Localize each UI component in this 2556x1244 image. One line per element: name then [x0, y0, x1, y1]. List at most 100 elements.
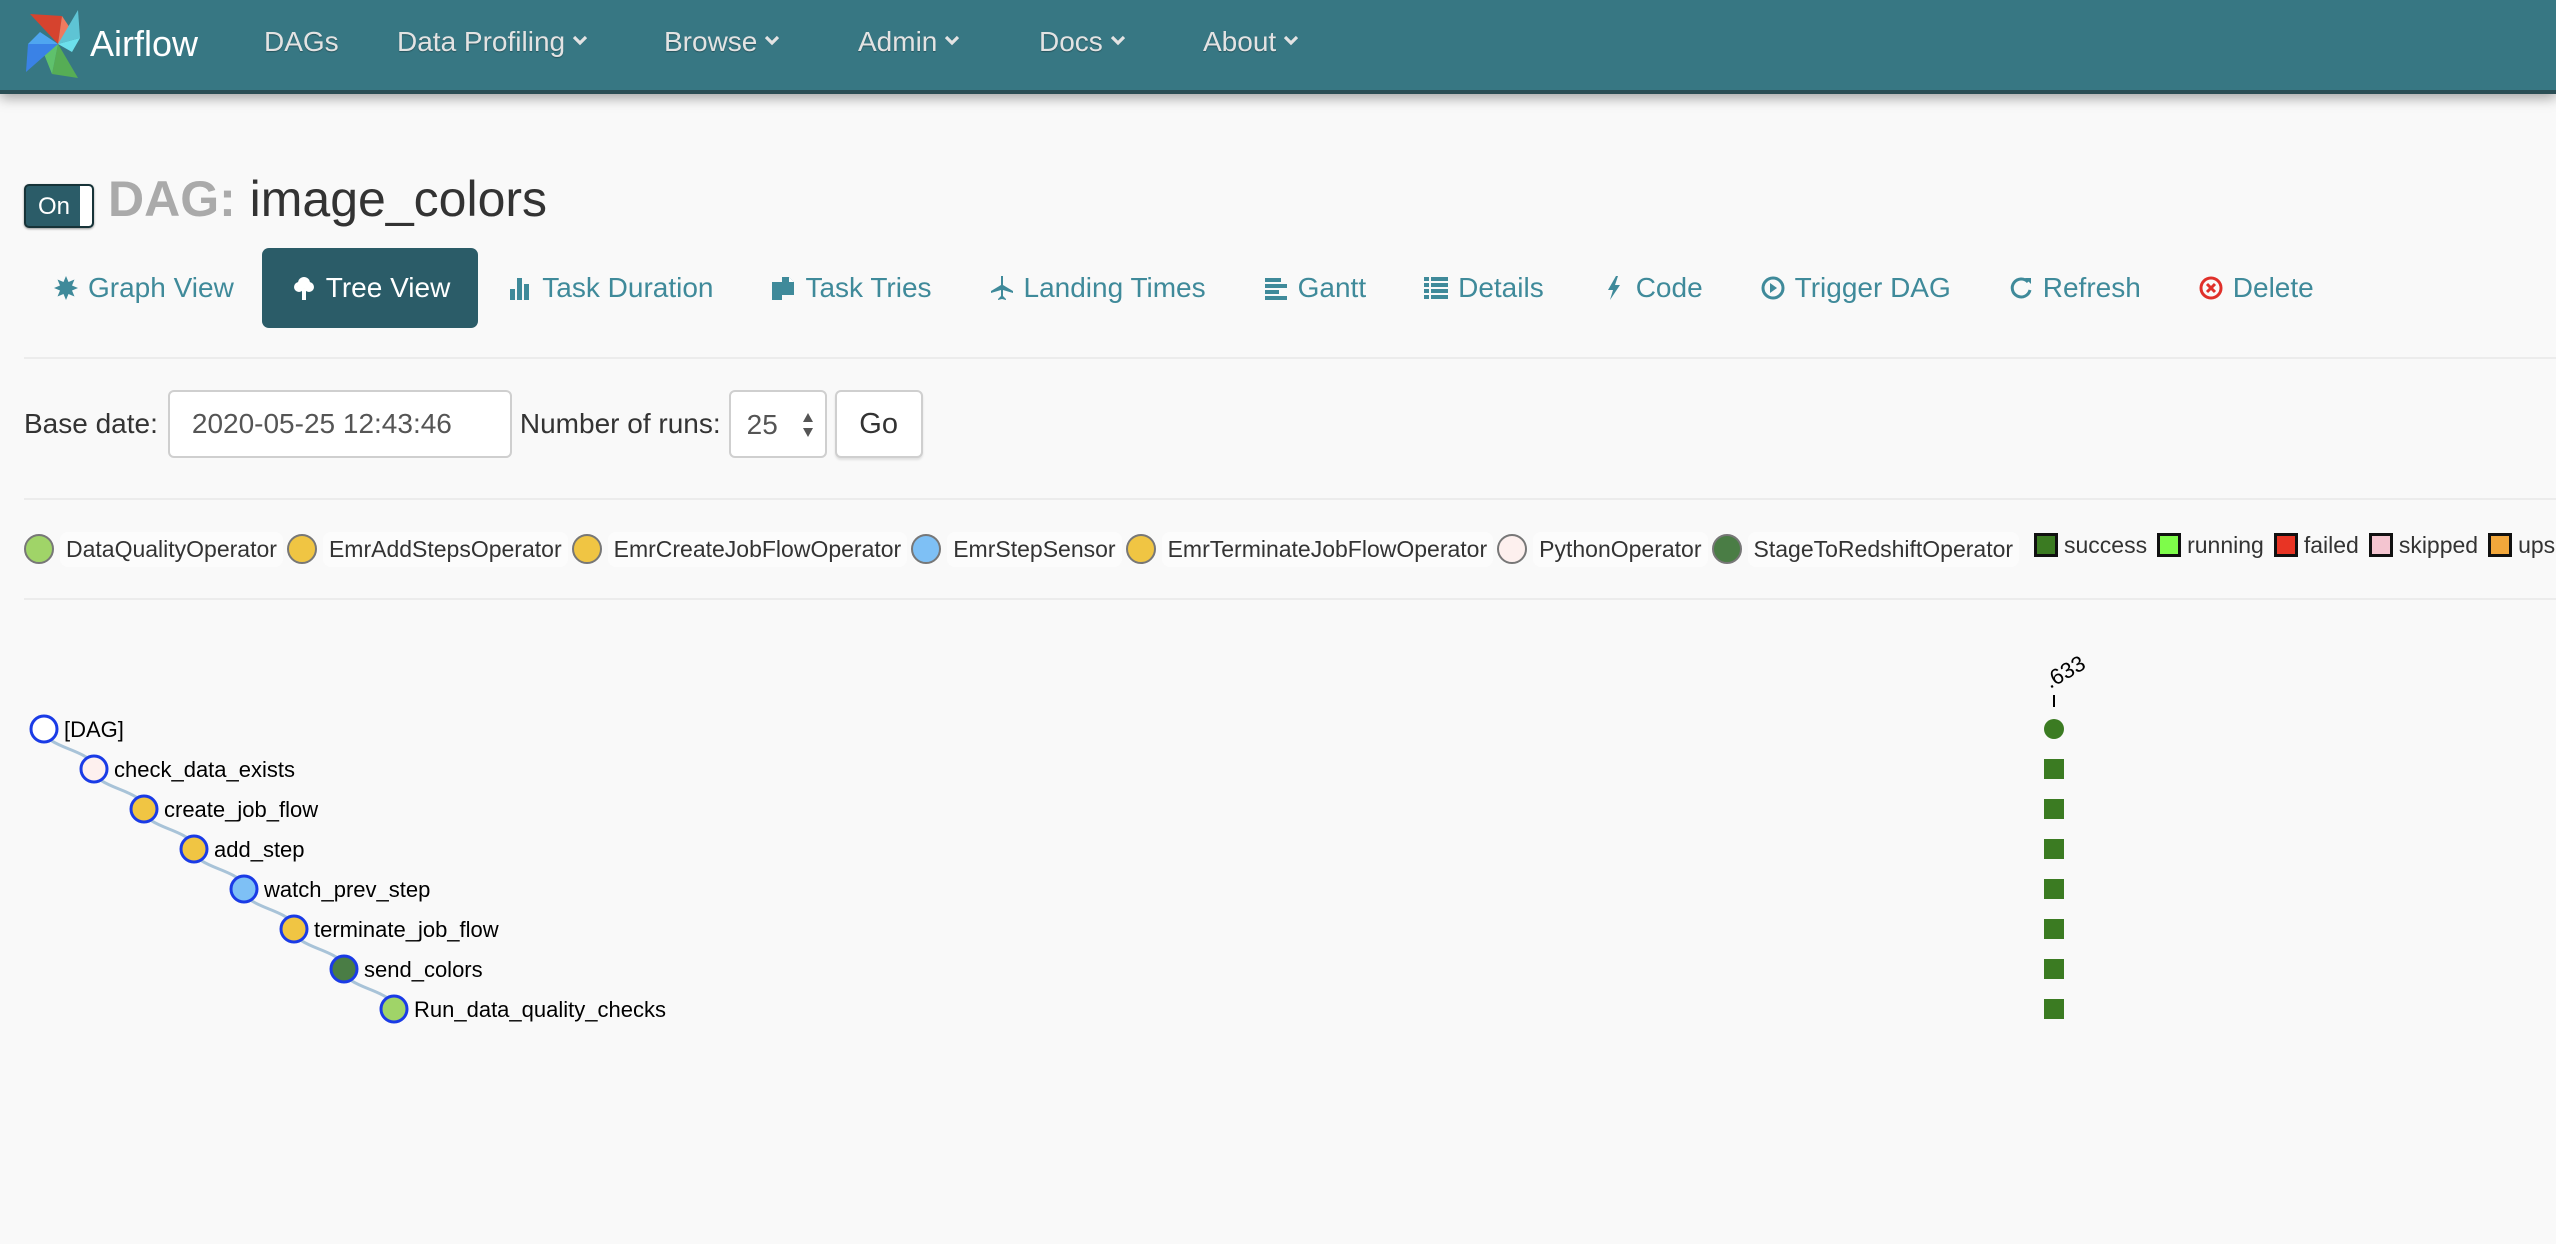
- task-node-circle[interactable]: [329, 954, 359, 984]
- state-name: failed: [2303, 531, 2359, 558]
- tab-gantt[interactable]: Gantt: [1234, 248, 1394, 328]
- base-date-input[interactable]: [167, 390, 512, 458]
- chevron-down-icon: [573, 35, 588, 46]
- dag-title-prefix: DAG:: [108, 171, 236, 227]
- legend-divider: [24, 598, 2556, 600]
- operator-legend-item: PythonOperator: [1497, 531, 1708, 567]
- operator-color-swatch: [1711, 534, 1742, 564]
- task-node-circle[interactable]: [279, 914, 309, 944]
- number-of-runs-value: 25: [746, 409, 778, 440]
- task-node-circle[interactable]: [179, 834, 209, 864]
- task-label[interactable]: terminate_job_flow: [314, 917, 499, 942]
- flash-icon: [1600, 274, 1628, 302]
- tab-task-duration[interactable]: Task Duration: [478, 248, 741, 328]
- remove-circle-icon: [2197, 274, 2225, 302]
- operator-color-swatch: [24, 534, 54, 564]
- tab-label: Code: [1635, 272, 1703, 303]
- task-instance-state-square[interactable]: [2044, 799, 2064, 819]
- operator-color-swatch: [911, 534, 942, 564]
- nav-browse-label: Browse: [664, 26, 758, 57]
- tab-trigger-dag[interactable]: Trigger DAG: [1731, 248, 1979, 328]
- dag-run-state-circle[interactable]: [2044, 719, 2064, 739]
- tree-node[interactable]: send_colors: [329, 954, 483, 984]
- operator-name: PythonOperator: [1533, 531, 1708, 567]
- task-label[interactable]: check_data_exists: [114, 757, 295, 782]
- tree-view-canvas: [DAG] check_data_exists create_job_flowadd…: [0, 640, 2556, 1244]
- tab-refresh[interactable]: Refresh: [1979, 248, 2169, 328]
- task-label[interactable]: Run_data_quality_checks: [414, 997, 666, 1022]
- tree-node[interactable]: watch_prev_step: [229, 874, 430, 904]
- nav-docs-label: Docs: [1039, 26, 1103, 57]
- tab-delete[interactable]: Delete: [2169, 248, 2342, 328]
- task-instance-state-square[interactable]: [2044, 879, 2064, 899]
- nav-about[interactable]: About: [1203, 26, 1299, 58]
- operator-name: DataQualityOperator: [60, 531, 283, 567]
- page-title: DAG: image_colors: [108, 170, 547, 228]
- task-node-circle[interactable]: [79, 754, 109, 784]
- nav-admin[interactable]: Admin: [858, 26, 960, 58]
- go-button[interactable]: Go: [834, 390, 923, 458]
- operator-name: EmrAddStepsOperator: [322, 531, 568, 567]
- tab-label: Gantt: [1297, 272, 1367, 303]
- nav-dags[interactable]: DAGs: [264, 26, 339, 58]
- task-instance-state-square[interactable]: [2044, 999, 2064, 1019]
- refresh-icon: [2007, 274, 2035, 302]
- list-icon: [1422, 274, 1450, 302]
- operator-legend-item: DataQualityOperator: [24, 531, 283, 567]
- operator-legend-item: EmrTerminateJobFlowOperator: [1125, 531, 1494, 567]
- nav-data-profiling[interactable]: Data Profiling: [397, 26, 588, 58]
- tab-tree-view[interactable]: Tree View: [261, 248, 479, 328]
- toggle-label: On: [38, 193, 71, 220]
- nav-browse[interactable]: Browse: [664, 26, 780, 58]
- tab-label: Landing Times: [1023, 272, 1206, 303]
- operator-name: StageToRedshiftOperator: [1747, 531, 2020, 567]
- number-of-runs-select[interactable]: 25: [728, 390, 827, 458]
- tree-node[interactable]: create_job_flow: [129, 794, 318, 824]
- tree-node[interactable]: Run_data_quality_checks: [379, 994, 666, 1024]
- operator-color-swatch: [1125, 534, 1156, 564]
- tab-code[interactable]: Code: [1572, 248, 1731, 328]
- task-label[interactable]: watch_prev_step: [263, 877, 430, 902]
- task-label[interactable]: [DAG]: [64, 717, 124, 742]
- state-legend-item: failed: [2273, 531, 2359, 559]
- tab-graph-view[interactable]: Graph View: [24, 248, 262, 328]
- state-name: skipped: [2398, 531, 2479, 558]
- task-label[interactable]: send_colors: [364, 957, 483, 982]
- brand-name: Airflow: [90, 23, 199, 64]
- tree-view-form: Base date: Number of runs: 25 Go: [24, 390, 923, 458]
- operator-color-swatch: [286, 534, 317, 564]
- nav-dags-label: DAGs: [264, 26, 339, 57]
- nav-docs[interactable]: Docs: [1039, 26, 1125, 58]
- state-legend-item: success: [2034, 532, 2147, 559]
- operator-color-swatch: [571, 534, 602, 564]
- task-label[interactable]: add_step: [214, 837, 305, 862]
- task-instance-state-square[interactable]: [2044, 839, 2064, 859]
- nav-data-profiling-label: Data Profiling: [397, 26, 566, 57]
- tab-task-tries[interactable]: Task Tries: [741, 248, 959, 328]
- dag-pause-toggle[interactable]: On: [24, 184, 94, 228]
- duplicate-file-icon: [769, 274, 797, 302]
- tree-node[interactable]: [DAG]: [29, 714, 124, 744]
- task-instance-state-square[interactable]: [2044, 759, 2064, 779]
- state-legend-item: ups: [2488, 532, 2555, 559]
- state-name: running: [2187, 531, 2264, 558]
- tab-label: Task Duration: [542, 272, 714, 303]
- tab-details[interactable]: Details: [1394, 248, 1572, 328]
- operator-legend: DataQualityOperator EmrAddStepsOperator …: [24, 531, 2023, 567]
- tab-landing-times[interactable]: Landing Times: [960, 248, 1234, 328]
- tree-node[interactable]: add_step: [179, 834, 305, 864]
- chevron-down-icon: [765, 35, 780, 46]
- task-node-circle[interactable]: [229, 874, 259, 904]
- tree-node[interactable]: terminate_job_flow: [279, 914, 499, 944]
- tabs-divider: [24, 357, 2556, 359]
- brand-link[interactable]: Airflow: [22, 8, 198, 80]
- task-instance-state-square[interactable]: [2044, 959, 2064, 979]
- task-node-circle[interactable]: [129, 794, 159, 824]
- task-node-circle[interactable]: [29, 714, 59, 744]
- tree-node[interactable]: check_data_exists: [79, 754, 295, 784]
- task-instance-state-square[interactable]: [2044, 919, 2064, 939]
- operator-legend-item: StageToRedshiftOperator: [1711, 531, 2020, 567]
- task-label[interactable]: create_job_flow: [164, 797, 318, 822]
- task-node-circle[interactable]: [379, 994, 409, 1024]
- state-color-swatch: [2157, 533, 2182, 557]
